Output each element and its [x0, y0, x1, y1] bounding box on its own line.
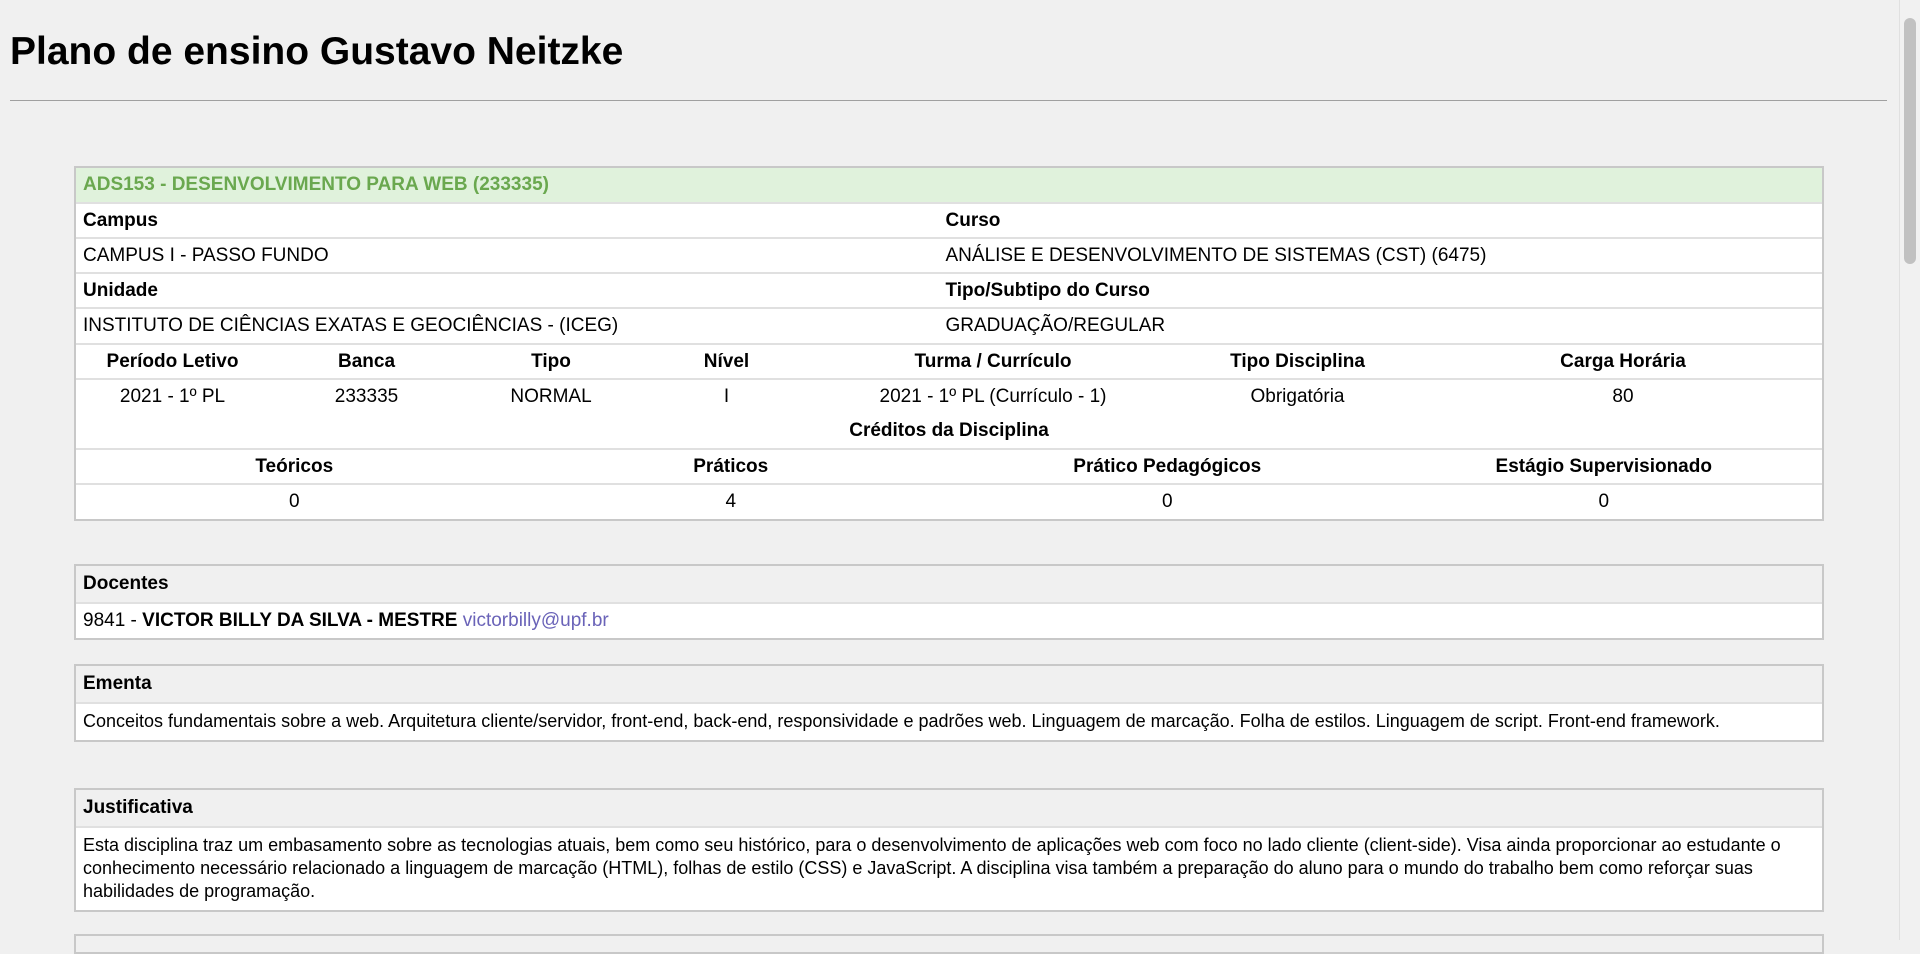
credits-value: 0	[76, 483, 513, 519]
justificativa-text: Esta disciplina traz um embasamento sobr…	[83, 835, 1781, 901]
scrollbar-thumb[interactable]	[1904, 18, 1916, 264]
info-value: 2021 - 1º PL (Currículo - 1)	[815, 378, 1171, 414]
info-value: Obrigatória	[1171, 378, 1424, 414]
credits-value: 0	[1385, 483, 1822, 519]
info-header: Período Letivo	[76, 343, 269, 379]
info-header: Nível	[638, 343, 815, 379]
info-value: I	[638, 378, 815, 414]
discipline-table: ADS153 - DESENVOLVIMENTO PARA WEB (23333…	[76, 168, 1822, 343]
credits-header: Estágio Supervisionado	[1385, 448, 1822, 484]
next-section	[74, 934, 1824, 954]
justificativa-section: Justificativa Esta disciplina traz um em…	[74, 788, 1824, 912]
docentes-section: Docentes 9841 - VICTOR BILLY DA SILVA - …	[74, 564, 1824, 640]
justificativa-heading: Justificativa	[76, 790, 1822, 828]
ementa-heading: Ementa	[76, 666, 1822, 704]
ementa-section: Ementa Conceitos fundamentais sobre a we…	[74, 664, 1824, 742]
info-header: Banca	[269, 343, 464, 379]
credits-title: Créditos da Disciplina	[849, 420, 1049, 441]
discipline-card: ADS153 - DESENVOLVIMENTO PARA WEB (23333…	[74, 166, 1824, 521]
ementa-text: Conceitos fundamentais sobre a web. Arqu…	[83, 711, 1720, 731]
credits-header: Práticos	[512, 448, 949, 484]
info-table: Período Letivo Banca Tipo Nível Turma / …	[76, 343, 1822, 414]
campus-label: Campus	[76, 202, 939, 238]
info-header: Turma / Currículo	[815, 343, 1171, 379]
credits-header: Prático Pedagógicos	[949, 448, 1386, 484]
info-header: Carga Horária	[1424, 343, 1822, 379]
curso-value: ANÁLISE E DESENVOLVIMENTO DE SISTEMAS (C…	[938, 237, 1822, 273]
discipline-heading: ADS153 - DESENVOLVIMENTO PARA WEB (23333…	[76, 168, 1822, 203]
curso-label: Curso	[938, 202, 1822, 238]
credits-header: Teóricos	[76, 448, 513, 484]
info-value: NORMAL	[464, 378, 638, 414]
docente-email-link[interactable]: victorbilly@upf.br	[463, 610, 609, 631]
campus-value: CAMPUS I - PASSO FUNDO	[76, 237, 939, 273]
title-divider	[10, 100, 1887, 101]
credits-value: 4	[512, 483, 949, 519]
credits-table: Créditos da Disciplina Teóricos Práticos…	[76, 414, 1822, 519]
unidade-value: INSTITUTO DE CIÊNCIAS EXATAS E GEOCIÊNCI…	[76, 307, 939, 343]
info-value: 80	[1424, 378, 1822, 414]
docentes-heading: Docentes	[76, 566, 1822, 604]
info-header: Tipo	[464, 343, 638, 379]
vertical-scrollbar[interactable]	[1899, 0, 1920, 940]
info-value: 2021 - 1º PL	[76, 378, 269, 414]
unidade-label: Unidade	[76, 272, 939, 308]
credits-value: 0	[949, 483, 1386, 519]
tipo-curso-label: Tipo/Subtipo do Curso	[938, 272, 1822, 308]
info-value: 233335	[269, 378, 464, 414]
docente-name: VICTOR BILLY DA SILVA - MESTRE	[142, 610, 458, 631]
docente-code: 9841 -	[83, 610, 137, 631]
page-title: Plano de ensino Gustavo Neitzke	[10, 30, 624, 73]
tipo-curso-value: GRADUAÇÃO/REGULAR	[938, 307, 1822, 343]
docente-row: 9841 - VICTOR BILLY DA SILVA - MESTRE vi…	[76, 604, 1822, 638]
info-header: Tipo Disciplina	[1171, 343, 1424, 379]
